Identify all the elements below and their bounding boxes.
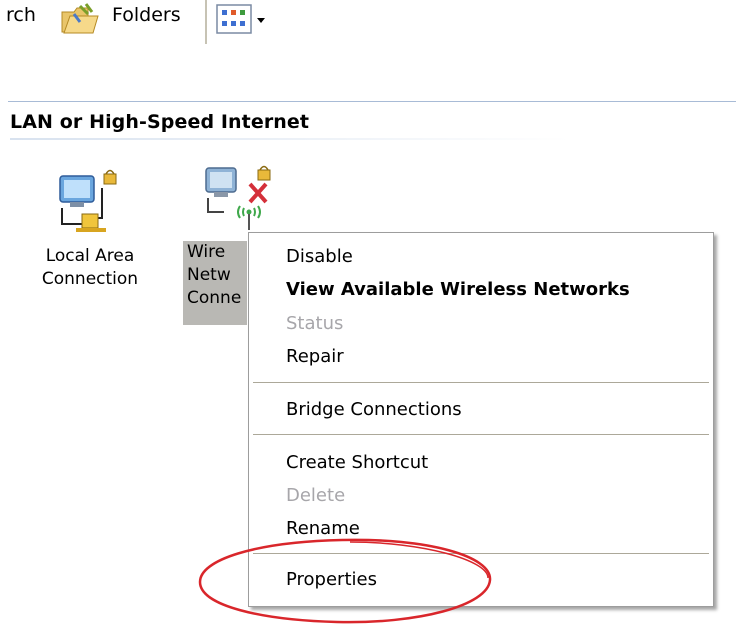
menu-item-status: Status <box>286 313 344 334</box>
highlight-ellipse <box>192 534 502 630</box>
search-button-label[interactable]: rch <box>6 4 36 26</box>
connection-name-line: Conne <box>187 288 242 308</box>
connection-name-line: Local Area <box>45 246 135 266</box>
menu-item-view-available-wireless-networks[interactable]: View Available Wireless Networks <box>286 278 630 302</box>
views-button[interactable] <box>216 2 272 38</box>
connection-name-line: Netw <box>187 265 231 285</box>
menu-item-create-shortcut[interactable]: Create Shortcut <box>286 451 428 475</box>
toolbar-separator <box>205 0 207 44</box>
menu-item-repair[interactable]: Repair <box>286 345 344 369</box>
group-divider <box>10 138 570 140</box>
views-icon <box>216 4 252 34</box>
wireless-connection-icon[interactable] <box>184 164 284 234</box>
group-title: LAN or High-Speed Internet <box>10 111 310 133</box>
menu-separator <box>253 382 709 383</box>
chevron-down-icon[interactable] <box>256 10 266 23</box>
menu-item-delete: Delete <box>286 485 346 506</box>
connection-name-line: Connection <box>41 269 139 289</box>
network-connection-icon[interactable] <box>40 168 132 234</box>
menu-item-disable[interactable]: Disable <box>286 245 353 269</box>
menu-separator <box>253 434 709 435</box>
folders-button-label[interactable]: Folders <box>112 4 181 26</box>
wireless-connection-label[interactable]: Wire Netw Conne <box>183 241 247 325</box>
toolbar: rch Folders <box>0 0 736 50</box>
divider <box>8 101 736 102</box>
local-area-connection-label[interactable]: Local Area Connection <box>30 245 150 291</box>
connection-name-line: Wire <box>187 242 226 262</box>
folder-icon[interactable] <box>60 2 100 36</box>
menu-item-bridge-connections[interactable]: Bridge Connections <box>286 398 462 422</box>
